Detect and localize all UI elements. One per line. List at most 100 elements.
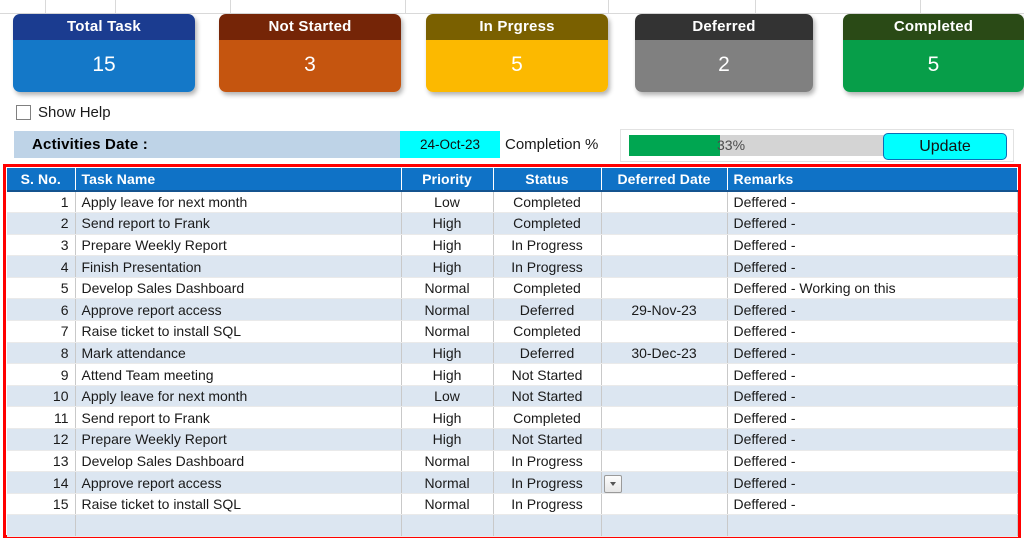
cell-status[interactable]: Completed bbox=[493, 212, 602, 235]
cell-task-name[interactable]: Mark attendance bbox=[75, 342, 402, 365]
column-header-priority[interactable]: Priority bbox=[401, 168, 494, 192]
cell-deferred-date[interactable] bbox=[601, 493, 728, 516]
cell-status[interactable]: In Progress bbox=[493, 493, 602, 516]
cell-priority[interactable]: High bbox=[401, 234, 494, 257]
cell-status[interactable]: Deferred bbox=[493, 298, 602, 322]
cell-deferred-date[interactable]: 29-Nov-23 bbox=[601, 298, 728, 322]
cell-status[interactable]: Deferred bbox=[493, 342, 602, 365]
cell-remarks[interactable]: Deffered - bbox=[727, 191, 1018, 214]
cell-sno[interactable]: 9 bbox=[7, 363, 76, 386]
cell-sno[interactable]: 8 bbox=[7, 342, 76, 365]
cell-priority[interactable]: High bbox=[401, 255, 494, 278]
cell-deferred-date[interactable] bbox=[601, 385, 728, 408]
cell-priority[interactable]: Normal bbox=[401, 450, 494, 473]
cell-status[interactable]: In Progress bbox=[493, 234, 602, 257]
cell-task-name[interactable]: Finish Presentation bbox=[75, 255, 402, 278]
cell-task-name[interactable] bbox=[75, 514, 402, 537]
cell-remarks[interactable]: Deffered - Working on this bbox=[727, 277, 1018, 300]
table-row[interactable]: 6 Approve report access Normal Deferred 29-N… bbox=[7, 298, 1018, 322]
cell-task-name[interactable]: Prepare Weekly Report bbox=[75, 428, 402, 451]
cell-deferred-date[interactable] bbox=[601, 212, 728, 235]
cell-deferred-date[interactable] bbox=[601, 428, 728, 451]
cell-deferred-date[interactable] bbox=[601, 234, 728, 257]
cell-sno[interactable]: 15 bbox=[7, 493, 76, 516]
kpi-card-in-prgress[interactable]: In Prgress 5 bbox=[426, 14, 608, 92]
cell-deferred-date[interactable] bbox=[601, 514, 728, 537]
table-row[interactable]: 15 Raise ticket to install SQL Normal In Pr… bbox=[7, 493, 1018, 516]
table-row[interactable]: 9 Attend Team meeting High Not Started Deffe… bbox=[7, 363, 1018, 386]
table-row[interactable]: 3 Prepare Weekly Report High In Progress Def… bbox=[7, 234, 1018, 257]
table-row[interactable]: 2 Send report to Frank High Completed Deffer… bbox=[7, 212, 1018, 235]
cell-priority[interactable]: High bbox=[401, 342, 494, 365]
cell-priority[interactable]: Low bbox=[401, 385, 494, 408]
cell-deferred-date[interactable] bbox=[601, 255, 728, 278]
cell-remarks[interactable]: Deffered - bbox=[727, 298, 1018, 322]
show-help-checkbox[interactable] bbox=[16, 104, 31, 120]
cell-deferred-date[interactable] bbox=[601, 191, 728, 214]
cell-priority[interactable]: Normal bbox=[401, 298, 494, 322]
cell-status[interactable] bbox=[493, 514, 602, 537]
cell-status[interactable]: In Progress bbox=[493, 450, 602, 473]
cell-remarks[interactable]: Deffered - bbox=[727, 320, 1018, 343]
cell-task-name[interactable]: Apply leave for next month bbox=[75, 385, 402, 408]
cell-deferred-date[interactable]: 30-Dec-23 bbox=[601, 342, 728, 365]
column-header-deferred-date[interactable]: Deferred Date bbox=[601, 168, 728, 192]
cell-sno[interactable]: 1 bbox=[7, 191, 76, 214]
cell-task-name[interactable]: Approve report access bbox=[75, 471, 402, 494]
cell-task-name[interactable]: Develop Sales Dashboard bbox=[75, 277, 402, 300]
cell-priority[interactable] bbox=[401, 514, 494, 537]
cell-priority[interactable]: High bbox=[401, 212, 494, 235]
cell-sno[interactable]: 5 bbox=[7, 277, 76, 300]
cell-task-name[interactable]: Send report to Frank bbox=[75, 212, 402, 235]
column-header-remarks[interactable]: Remarks bbox=[727, 168, 1018, 192]
cell-status[interactable]: Completed bbox=[493, 191, 602, 214]
kpi-card-total-task[interactable]: Total Task 15 bbox=[13, 14, 195, 92]
cell-status[interactable]: Not Started bbox=[493, 428, 602, 451]
cell-task-name[interactable]: Attend Team meeting bbox=[75, 363, 402, 386]
cell-sno[interactable]: 7 bbox=[7, 320, 76, 343]
cell-deferred-date[interactable] bbox=[601, 320, 728, 343]
cell-task-name[interactable]: Apply leave for next month bbox=[75, 191, 402, 214]
table-row[interactable]: 5 Develop Sales Dashboard Normal Completed D… bbox=[7, 277, 1018, 300]
cell-task-name[interactable]: Develop Sales Dashboard bbox=[75, 450, 402, 473]
cell-task-name[interactable]: Approve report access bbox=[75, 298, 402, 322]
cell-status[interactable]: In Progress bbox=[493, 471, 602, 494]
cell-remarks[interactable]: Deffered - bbox=[727, 385, 1018, 408]
cell-task-name[interactable]: Prepare Weekly Report bbox=[75, 234, 402, 257]
cell-remarks[interactable]: Deffered - bbox=[727, 406, 1018, 430]
kpi-card-completed[interactable]: Completed 5 bbox=[843, 14, 1024, 92]
cell-remarks[interactable] bbox=[727, 514, 1018, 537]
status-dropdown-button[interactable] bbox=[603, 475, 622, 493]
cell-remarks[interactable]: Deffered - bbox=[727, 493, 1018, 516]
cell-sno[interactable]: 4 bbox=[7, 255, 76, 278]
activities-date-value[interactable]: 24-Oct-23 bbox=[400, 131, 500, 158]
cell-deferred-date[interactable] bbox=[601, 363, 728, 386]
cell-remarks[interactable]: Deffered - bbox=[727, 428, 1018, 451]
cell-sno[interactable]: 6 bbox=[7, 298, 76, 322]
table-row[interactable]: 14 Approve report access Normal In Progress… bbox=[7, 471, 1018, 494]
cell-priority[interactable]: Normal bbox=[401, 471, 494, 494]
cell-status[interactable]: Completed bbox=[493, 277, 602, 300]
cell-remarks[interactable]: Deffered - bbox=[727, 450, 1018, 473]
show-help-control[interactable]: Show Help bbox=[16, 101, 111, 123]
cell-priority[interactable]: Normal bbox=[401, 320, 494, 343]
cell-task-name[interactable]: Raise ticket to install SQL bbox=[75, 320, 402, 343]
table-row[interactable]: 10 Apply leave for next month Low Not Start… bbox=[7, 385, 1018, 408]
table-row[interactable] bbox=[7, 514, 1018, 537]
cell-status[interactable]: Completed bbox=[493, 320, 602, 343]
cell-remarks[interactable]: Deffered - bbox=[727, 363, 1018, 386]
cell-sno[interactable] bbox=[7, 514, 76, 537]
column-header-status[interactable]: Status bbox=[493, 168, 602, 192]
kpi-card-not-started[interactable]: Not Started 3 bbox=[219, 14, 401, 92]
table-row[interactable]: 4 Finish Presentation High In Progress Deffe… bbox=[7, 255, 1018, 278]
cell-deferred-date[interactable] bbox=[601, 406, 728, 430]
cell-status[interactable]: Not Started bbox=[493, 385, 602, 408]
table-row[interactable]: 12 Prepare Weekly Report High Not Started De… bbox=[7, 428, 1018, 451]
cell-deferred-date[interactable] bbox=[601, 277, 728, 300]
cell-priority[interactable]: High bbox=[401, 428, 494, 451]
table-row[interactable]: 7 Raise ticket to install SQL Normal Comple… bbox=[7, 320, 1018, 343]
cell-remarks[interactable]: Deffered - bbox=[727, 234, 1018, 257]
cell-sno[interactable]: 3 bbox=[7, 234, 76, 257]
cell-task-name[interactable]: Send report to Frank bbox=[75, 406, 402, 430]
cell-sno[interactable]: 2 bbox=[7, 212, 76, 235]
